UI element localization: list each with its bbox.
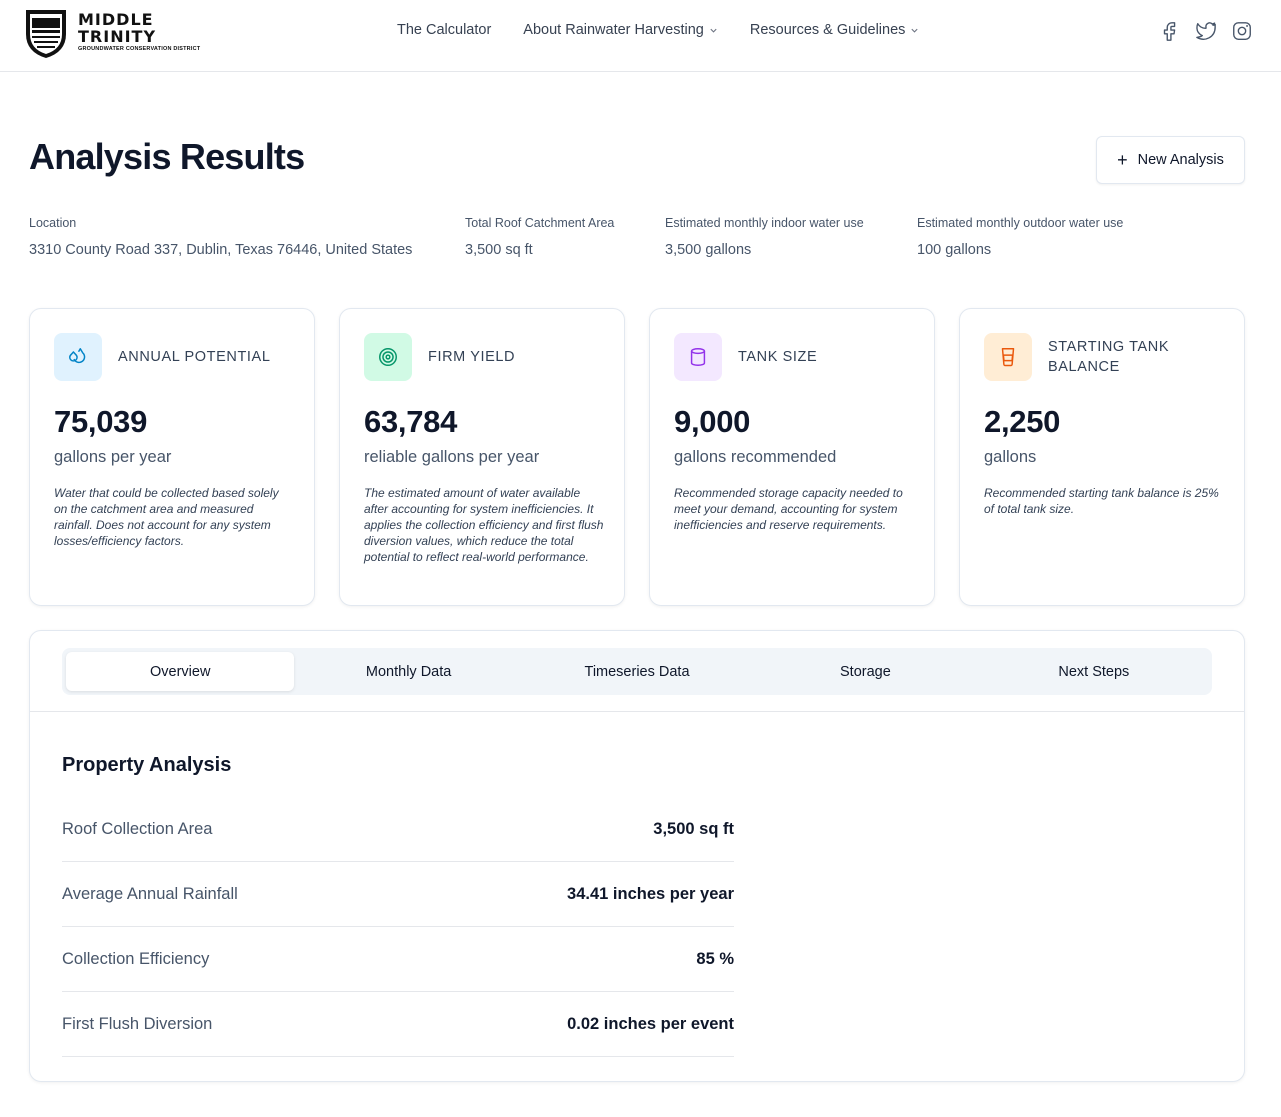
summary-value: 3,500 gallons [665,242,752,258]
droplets-icon [54,333,102,381]
summary-outdoor-use: Estimated monthly outdoor water use 100 … [917,216,1123,258]
brand-subtitle: GROUNDWATER CONSERVATION DISTRICT [78,45,201,52]
summary-value: 3310 County Road 337, Dublin, Texas 7644… [29,242,413,258]
cylinder-icon [674,333,722,381]
starting-tank-balance-card: STARTING TANK BALANCE 2,250 gallons Reco… [959,308,1245,606]
card-description: Water that could be collected based sole… [54,486,279,548]
twitter-icon[interactable] [1195,20,1217,42]
results-tabs: Overview Monthly Data Timeseries Data St… [62,648,1212,695]
summary-value: 3,500 sq ft [465,242,533,258]
tab-monthly-data[interactable]: Monthly Data [294,652,522,691]
nav-calculator[interactable]: The Calculator [397,22,491,38]
card-unit: gallons per year [54,448,172,466]
row-value: 85 % [696,949,734,968]
brand-name-line2: TRINITY [78,26,157,46]
table-row: First Flush Diversion 0.02 inches per ev… [62,992,734,1057]
table-row: Roof Collection Area 3,500 sq ft [62,797,734,862]
chevron-down-icon [710,28,717,33]
top-navigation-bar: MIDDLE TRINITY GROUNDWATER CONSERVATION … [0,0,1281,72]
facebook-icon[interactable] [1159,20,1181,42]
row-label: First Flush Diversion [62,1014,213,1033]
summary-label: Estimated monthly indoor water use [665,216,864,230]
summary-value: 100 gallons [917,242,992,258]
nav-about-label: About Rainwater Harvesting [523,22,704,38]
tab-next-steps[interactable]: Next Steps [980,652,1208,691]
nav-about-rainwater[interactable]: About Rainwater Harvesting [523,22,718,38]
card-unit: gallons [984,448,1037,466]
tab-overview[interactable]: Overview [66,652,295,691]
page-title: Analysis Results [29,136,305,177]
summary-location: Location 3310 County Road 337, Dublin, T… [29,216,412,258]
card-value: 9,000 [674,404,751,439]
social-links [1145,20,1253,42]
summary-label: Total Roof Catchment Area [465,216,615,230]
summary-indoor-use: Estimated monthly indoor water use 3,500… [665,216,864,258]
card-title: TANK SIZE [738,349,818,365]
tank-size-card: TANK SIZE 9,000 gallons recommended Reco… [649,308,935,606]
card-unit: gallons recommended [674,448,837,466]
row-label: Roof Collection Area [62,819,213,838]
card-title: FIRM YIELD [428,349,516,365]
property-analysis-table: Roof Collection Area 3,500 sq ft Average… [62,797,734,1057]
target-icon [364,333,412,381]
nav-resources[interactable]: Resources & Guidelines [750,22,920,38]
summary-roof-area: Total Roof Catchment Area 3,500 sq ft [465,216,614,258]
row-label: Average Annual Rainfall [62,884,238,903]
summary-label: Estimated monthly outdoor water use [917,216,1124,230]
divider [30,711,1244,712]
new-analysis-button[interactable]: + New Analysis [1096,136,1245,184]
nav-resources-label: Resources & Guidelines [749,22,906,38]
card-description: Recommended starting tank balance is 25%… [984,486,1219,516]
tab-storage[interactable]: Storage [751,652,979,691]
chevron-down-icon [911,28,918,33]
card-value: 2,250 [984,404,1061,439]
tab-timeseries-data[interactable]: Timeseries Data [523,652,751,691]
card-title: ANNUAL POTENTIAL [118,349,271,365]
row-value: 3,500 sq ft [653,819,734,838]
annual-potential-card: ANNUAL POTENTIAL 75,039 gallons per year… [29,308,315,606]
card-value: 63,784 [364,404,458,439]
row-label: Collection Efficiency [62,949,210,968]
district-seal-icon [22,4,70,60]
card-title: STARTING TANK BALANCE [1048,339,1170,375]
card-description: Recommended storage capacity needed to m… [674,486,903,532]
instagram-icon[interactable] [1231,20,1253,42]
table-row: Collection Efficiency 85 % [62,927,734,992]
row-value: 34.41 inches per year [567,884,734,903]
table-row: Average Annual Rainfall 34.41 inches per… [62,862,734,927]
property-analysis-title: Property Analysis [62,754,232,776]
summary-label: Location [29,216,77,230]
row-value: 0.02 inches per event [567,1014,734,1033]
card-unit: reliable gallons per year [364,448,540,466]
firm-yield-card: FIRM YIELD 63,784 reliable gallons per y… [339,308,625,606]
brand-logo[interactable]: MIDDLE TRINITY GROUNDWATER CONSERVATION … [22,4,200,60]
main-nav: The Calculator About Rainwater Harvestin… [397,22,951,38]
new-analysis-label: New Analysis [1137,152,1224,168]
results-panel: Overview Monthly Data Timeseries Data St… [29,630,1245,1082]
card-value: 75,039 [54,404,148,439]
nav-calculator-label: The Calculator [397,22,492,38]
brand-name-line1: MIDDLE [78,9,154,29]
plus-icon: + [1117,150,1128,170]
card-description: The estimated amount of water available … [364,486,604,564]
cup-icon [984,333,1032,381]
